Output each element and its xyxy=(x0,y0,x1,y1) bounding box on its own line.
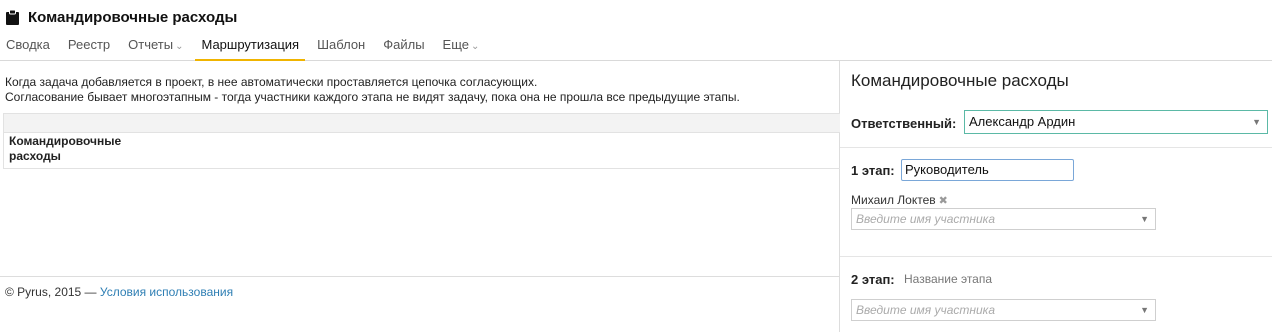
info-line: Когда задача добавляется в проект, в нее… xyxy=(5,75,538,89)
routing-info: Когда задача добавляется в проект, в нее… xyxy=(5,75,740,105)
page-header: Командировочные расходы Сводка Реестр От… xyxy=(0,0,1272,61)
stage2-participant-input[interactable]: Введите имя участника ▼ xyxy=(851,299,1156,321)
tab-template[interactable]: Шаблон xyxy=(311,36,371,59)
tab-more[interactable]: Еще ⌄ xyxy=(437,36,486,59)
tab-label: Маршрутизация xyxy=(201,37,300,52)
responsible-label: Ответственный: xyxy=(851,116,957,131)
participant-placeholder: Введите имя участника xyxy=(856,303,995,317)
divider xyxy=(840,147,1272,148)
participant-name: Михаил Локтев xyxy=(851,193,936,207)
panel-title: Командировочные расходы xyxy=(851,71,1069,90)
tab-label: Шаблон xyxy=(317,37,366,52)
stage1-name-value: Руководитель xyxy=(905,162,989,177)
responsible-select[interactable]: Александр Ардин ▼ xyxy=(964,110,1268,134)
divider xyxy=(840,256,1272,257)
chevron-down-icon: ⌄ xyxy=(175,41,184,52)
chevron-down-icon: ⌄ xyxy=(471,41,480,52)
route-table-header xyxy=(4,114,840,133)
close-icon[interactable]: ✖ xyxy=(939,195,948,207)
route-process-name[interactable]: Командировочные расходы xyxy=(9,134,159,164)
responsible-value: Александр Ардин xyxy=(969,114,1076,129)
routing-main: Когда задача добавляется в проект, в нее… xyxy=(0,61,840,332)
stage1-participant-input[interactable]: Введите имя участника ▼ xyxy=(851,208,1156,230)
info-line: Согласование бывает многоэтапным - тогда… xyxy=(5,90,740,104)
routing-panel: Командировочные расходы Ответственный: А… xyxy=(840,61,1272,332)
tab-routing[interactable]: Маршрутизация xyxy=(195,36,306,61)
page-title: Командировочные расходы xyxy=(28,8,238,26)
tab-summary[interactable]: Сводка xyxy=(0,36,56,59)
tab-label: Еще xyxy=(442,37,469,52)
dropdown-arrow-icon[interactable]: ▼ xyxy=(1140,300,1149,320)
tab-label: Отчеты xyxy=(128,37,174,52)
stage1-label: 1 этап: xyxy=(851,163,895,178)
terms-link[interactable]: Условия использования xyxy=(100,285,233,299)
tab-files[interactable]: Файлы xyxy=(377,36,430,59)
participant-placeholder: Введите имя участника xyxy=(856,212,995,226)
route-table: Командировочные расходы xyxy=(3,113,840,169)
tab-bar: Сводка Реестр Отчеты ⌄ Маршрутизация Шабл… xyxy=(0,36,491,61)
copyright: © Pyrus, 2015 — xyxy=(5,285,100,299)
dropdown-arrow-icon[interactable]: ▼ xyxy=(1140,209,1149,229)
stage2-label: 2 этап: xyxy=(851,272,895,287)
title-row: Командировочные расходы xyxy=(6,6,237,28)
clipboard-icon xyxy=(6,9,19,25)
tab-label: Файлы xyxy=(383,37,425,52)
footer-text: © Pyrus, 2015 — Условия использования xyxy=(5,285,233,299)
dropdown-arrow-icon[interactable]: ▼ xyxy=(1252,111,1261,133)
stage1-name-input[interactable]: Руководитель xyxy=(901,159,1074,181)
tab-label: Реестр xyxy=(67,37,111,52)
footer: © Pyrus, 2015 — Условия использования xyxy=(0,276,839,333)
tab-label: Сводка xyxy=(6,37,50,52)
stage2-name-input[interactable]: Название этапа xyxy=(904,272,992,286)
tab-registry[interactable]: Реестр xyxy=(62,36,116,59)
tab-reports[interactable]: Отчеты ⌄ xyxy=(122,36,189,59)
participant-chip: Михаил Локтев ✖ xyxy=(851,193,948,207)
